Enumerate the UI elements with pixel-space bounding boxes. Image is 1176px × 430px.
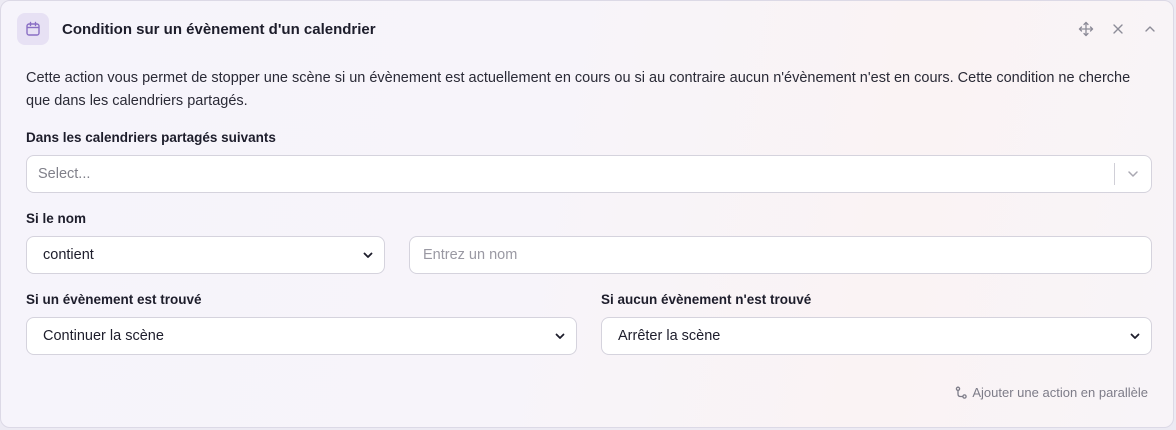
name-filter-label: Si le nom <box>26 211 87 226</box>
chevron-down-icon <box>363 252 373 258</box>
card-header: Condition sur un évènement d'un calendri… <box>17 13 1159 45</box>
branch-icon <box>956 386 968 399</box>
found-label: Si un évènement est trouvé <box>26 292 202 307</box>
calendars-label: Dans les calendriers partagés suivants <box>26 130 276 145</box>
calendar-icon <box>17 13 49 45</box>
chevron-down-icon <box>555 333 565 339</box>
not-found-label: Si aucun évènement n'est trouvé <box>601 292 812 307</box>
action-card: Condition sur un évènement d'un calendri… <box>0 0 1174 428</box>
move-icon[interactable] <box>1077 20 1095 38</box>
header-actions <box>1077 20 1159 38</box>
calendars-multiselect[interactable]: Select... <box>26 155 1152 193</box>
add-parallel-action-link[interactable]: Ajouter une action en parallèle <box>954 385 1148 400</box>
card-title: Condition sur un évènement d'un calendri… <box>62 20 376 38</box>
found-action-select[interactable]: Continuer la scène <box>26 317 577 355</box>
not-found-action-value: Arrêter la scène <box>618 328 721 344</box>
not-found-action-select[interactable]: Arrêter la scène <box>601 317 1152 355</box>
chevron-down-icon <box>1130 333 1140 339</box>
name-operator-select[interactable]: contient <box>26 236 385 274</box>
close-icon[interactable] <box>1109 20 1127 38</box>
chevron-up-icon[interactable] <box>1141 20 1159 38</box>
name-operator-value: contient <box>43 247 94 263</box>
add-parallel-action-label: Ajouter une action en parallèle <box>972 385 1148 400</box>
calendars-placeholder: Select... <box>38 166 91 182</box>
action-description: Cette action vous permet de stopper une … <box>26 70 1131 109</box>
found-action-value: Continuer la scène <box>43 328 164 344</box>
name-input[interactable] <box>409 236 1152 274</box>
chevron-down-icon[interactable] <box>1115 167 1151 181</box>
